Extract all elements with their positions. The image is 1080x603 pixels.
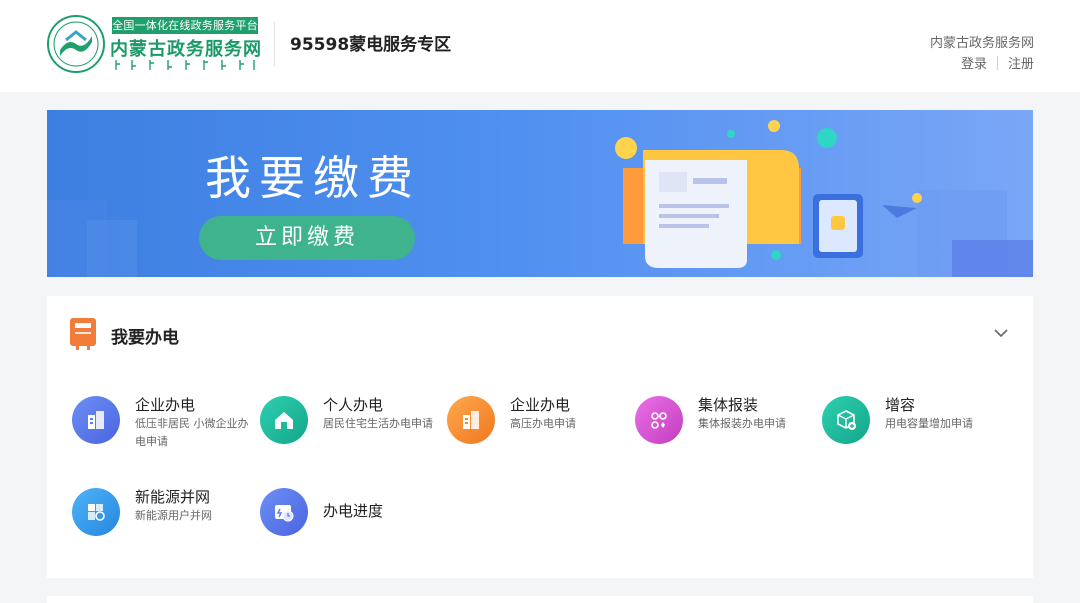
- service-progress[interactable]: 办电进度: [260, 486, 445, 546]
- login-link[interactable]: 登录: [961, 53, 987, 72]
- mongolian-script-decoration: [115, 60, 255, 70]
- service-name: 企业办电: [510, 396, 571, 414]
- cube-plus-icon: [822, 396, 870, 444]
- site-header: 全国一体化在线政务服务平台 内蒙古政务服务网 95598蒙电服务专区 内蒙古政务…: [0, 0, 1080, 92]
- payment-banner[interactable]: 我要缴费 立即缴费: [47, 110, 1033, 277]
- service-name: 办电进度: [323, 502, 384, 520]
- group-icon: [635, 396, 683, 444]
- progress-icon: [260, 488, 308, 536]
- auth-separator: [996, 55, 998, 70]
- service-personal[interactable]: 个人办电 居民住宅生活办电申请: [260, 394, 445, 454]
- solar-panel-icon: [72, 488, 120, 536]
- service-desc: 居民住宅生活办电申请: [323, 417, 433, 430]
- platform-tag: 全国一体化在线政务服务平台: [112, 17, 258, 34]
- service-enterprise-low-voltage[interactable]: 企业办电 低压非居民 小微企业办电申请: [72, 394, 257, 454]
- auth-links: 登录 注册: [961, 53, 1034, 72]
- payment-illustration: [47, 120, 1033, 277]
- next-panel-edge: [47, 596, 1033, 603]
- electricity-service-panel: 我要办电 企业办电 低压非居民 小微企业办电申请 个人办电 居民住宅生活办电申请…: [47, 296, 1033, 578]
- service-desc: 低压非居民 小微企业办电申请: [135, 417, 249, 448]
- service-name: 集体报装: [698, 396, 759, 414]
- header-divider: [274, 22, 275, 66]
- service-new-energy-grid[interactable]: 新能源并网 新能源用户并网: [72, 486, 257, 546]
- site-home-link[interactable]: 内蒙古政务服务网: [930, 32, 1034, 51]
- service-name: 增容: [885, 396, 916, 414]
- electric-meter-icon: [70, 318, 96, 350]
- pay-now-button[interactable]: 立即缴费: [199, 216, 415, 260]
- service-desc: 用电容量增加申请: [885, 417, 973, 430]
- service-desc: 高压办电申请: [510, 417, 576, 430]
- panel-title: 我要办电: [111, 328, 179, 348]
- service-name: 新能源并网: [135, 488, 211, 506]
- building-icon: [72, 396, 120, 444]
- inner-mongolia-gov-logo[interactable]: [46, 14, 106, 74]
- building-icon: [447, 396, 495, 444]
- register-link[interactable]: 注册: [1008, 53, 1034, 72]
- banner-title: 我要缴费: [205, 151, 421, 205]
- service-name: 企业办电: [135, 396, 196, 414]
- chevron-down-icon[interactable]: [992, 326, 1010, 340]
- home-icon: [260, 396, 308, 444]
- service-capacity-increase[interactable]: 增容 用电容量增加申请: [822, 394, 1007, 454]
- service-group-install[interactable]: 集体报装 集体报装办电申请: [635, 394, 820, 454]
- service-desc: 集体报装办电申请: [698, 417, 786, 430]
- service-name: 个人办电: [323, 396, 384, 414]
- zone-title: 95598蒙电服务专区: [290, 35, 452, 55]
- service-desc: 新能源用户并网: [135, 509, 212, 522]
- service-enterprise-high-voltage[interactable]: 企业办电 高压办电申请: [447, 394, 632, 454]
